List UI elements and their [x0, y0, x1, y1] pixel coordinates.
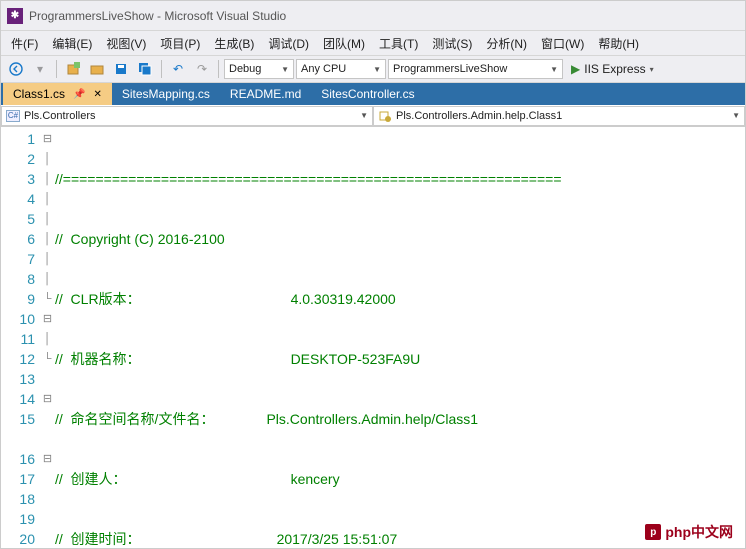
menubar: 件(F) 编辑(E) 视图(V) 项目(P) 生成(B) 调试(D) 团队(M)…	[1, 31, 745, 55]
chevron-down-icon: ▾	[650, 65, 654, 74]
menu-file[interactable]: 件(F)	[5, 33, 44, 54]
chevron-down-icon: ▼	[360, 111, 368, 120]
menu-project[interactable]: 项目(P)	[154, 33, 206, 54]
new-project-button[interactable]	[62, 58, 84, 80]
separator	[56, 60, 57, 78]
code-editor[interactable]: 123456789 1011121314151617181920 ⊟││││││…	[1, 127, 745, 548]
tab-label: Class1.cs	[13, 87, 65, 101]
config-value: Debug	[229, 63, 261, 75]
tab-sitescontroller[interactable]: SitesController.cs	[311, 83, 424, 105]
line-gutter: 123456789 1011121314151617181920	[1, 127, 41, 548]
menu-analyze[interactable]: 分析(N)	[480, 33, 533, 54]
tab-label: README.md	[230, 87, 301, 101]
save-all-button[interactable]	[134, 58, 156, 80]
vs-app-icon: ✱	[7, 8, 23, 24]
tab-label: SitesController.cs	[321, 87, 414, 101]
tab-sitesmapping[interactable]: SitesMapping.cs	[112, 83, 220, 105]
chevron-down-icon: ▼	[369, 65, 381, 74]
class-nav[interactable]: Pls.Controllers.Admin.help.Class1 ▼	[373, 106, 745, 126]
tab-class1[interactable]: Class1.cs 📌 ✕	[3, 83, 112, 105]
platform-combo[interactable]: Any CPU ▼	[296, 59, 386, 79]
chevron-down-icon: ▼	[732, 111, 740, 120]
php-logo-icon: p	[645, 524, 661, 540]
namespace-nav[interactable]: C# Pls.Controllers ▼	[1, 106, 373, 126]
menu-build[interactable]: 生成(B)	[208, 33, 260, 54]
menu-edit[interactable]: 编辑(E)	[46, 33, 98, 54]
chevron-down-icon: ▼	[277, 65, 289, 74]
chevron-down-icon: ▼	[546, 65, 558, 74]
menu-debug[interactable]: 调试(D)	[262, 33, 315, 54]
csharp-icon: C#	[6, 110, 20, 122]
play-icon: ▶	[571, 62, 580, 76]
class-icon	[378, 110, 392, 122]
menu-tools[interactable]: 工具(T)	[373, 33, 424, 54]
watermark: p php中文网	[639, 520, 739, 544]
separator	[161, 60, 162, 78]
run-button[interactable]: ▶ IIS Express ▾	[565, 58, 660, 80]
separator	[218, 60, 219, 78]
code-content[interactable]: //======================================…	[55, 127, 745, 548]
open-file-button[interactable]	[86, 58, 108, 80]
namespace-nav-label: Pls.Controllers	[24, 110, 96, 122]
platform-value: Any CPU	[301, 63, 346, 75]
undo-button[interactable]: ↶	[167, 58, 189, 80]
startup-combo[interactable]: ProgrammersLiveShow ▼	[388, 59, 563, 79]
redo-button[interactable]: ↷	[191, 58, 213, 80]
run-label: IIS Express	[584, 62, 645, 76]
menu-help[interactable]: 帮助(H)	[592, 33, 645, 54]
close-icon[interactable]: ✕	[93, 89, 101, 100]
code-nav-bar: C# Pls.Controllers ▼ Pls.Controllers.Adm…	[1, 105, 745, 127]
config-combo[interactable]: Debug ▼	[224, 59, 294, 79]
pin-icon[interactable]: 📌	[73, 89, 85, 100]
fold-gutter[interactable]: ⊟│││││││└ ⊟│└⊟⊟	[41, 127, 55, 548]
nav-back-button[interactable]	[5, 58, 27, 80]
class-nav-label: Pls.Controllers.Admin.help.Class1	[396, 110, 562, 122]
menu-view[interactable]: 视图(V)	[100, 33, 152, 54]
document-tabs: Class1.cs 📌 ✕ SitesMapping.cs README.md …	[1, 83, 745, 105]
menu-window[interactable]: 窗口(W)	[535, 33, 590, 54]
window-title: ProgrammersLiveShow - Microsoft Visual S…	[29, 9, 286, 23]
titlebar: ✱ ProgrammersLiveShow - Microsoft Visual…	[1, 1, 745, 31]
tab-label: SitesMapping.cs	[122, 87, 210, 101]
menu-test[interactable]: 测试(S)	[426, 33, 478, 54]
tab-readme[interactable]: README.md	[220, 83, 311, 105]
startup-value: ProgrammersLiveShow	[393, 63, 507, 75]
watermark-text: php中文网	[665, 522, 733, 542]
toolbar: ▾ ↶ ↷ Debug ▼ Any CPU ▼ ProgrammersLiveSho…	[1, 55, 745, 83]
nav-forward-button[interactable]: ▾	[29, 58, 51, 80]
menu-team[interactable]: 团队(M)	[317, 33, 371, 54]
save-button[interactable]	[110, 58, 132, 80]
